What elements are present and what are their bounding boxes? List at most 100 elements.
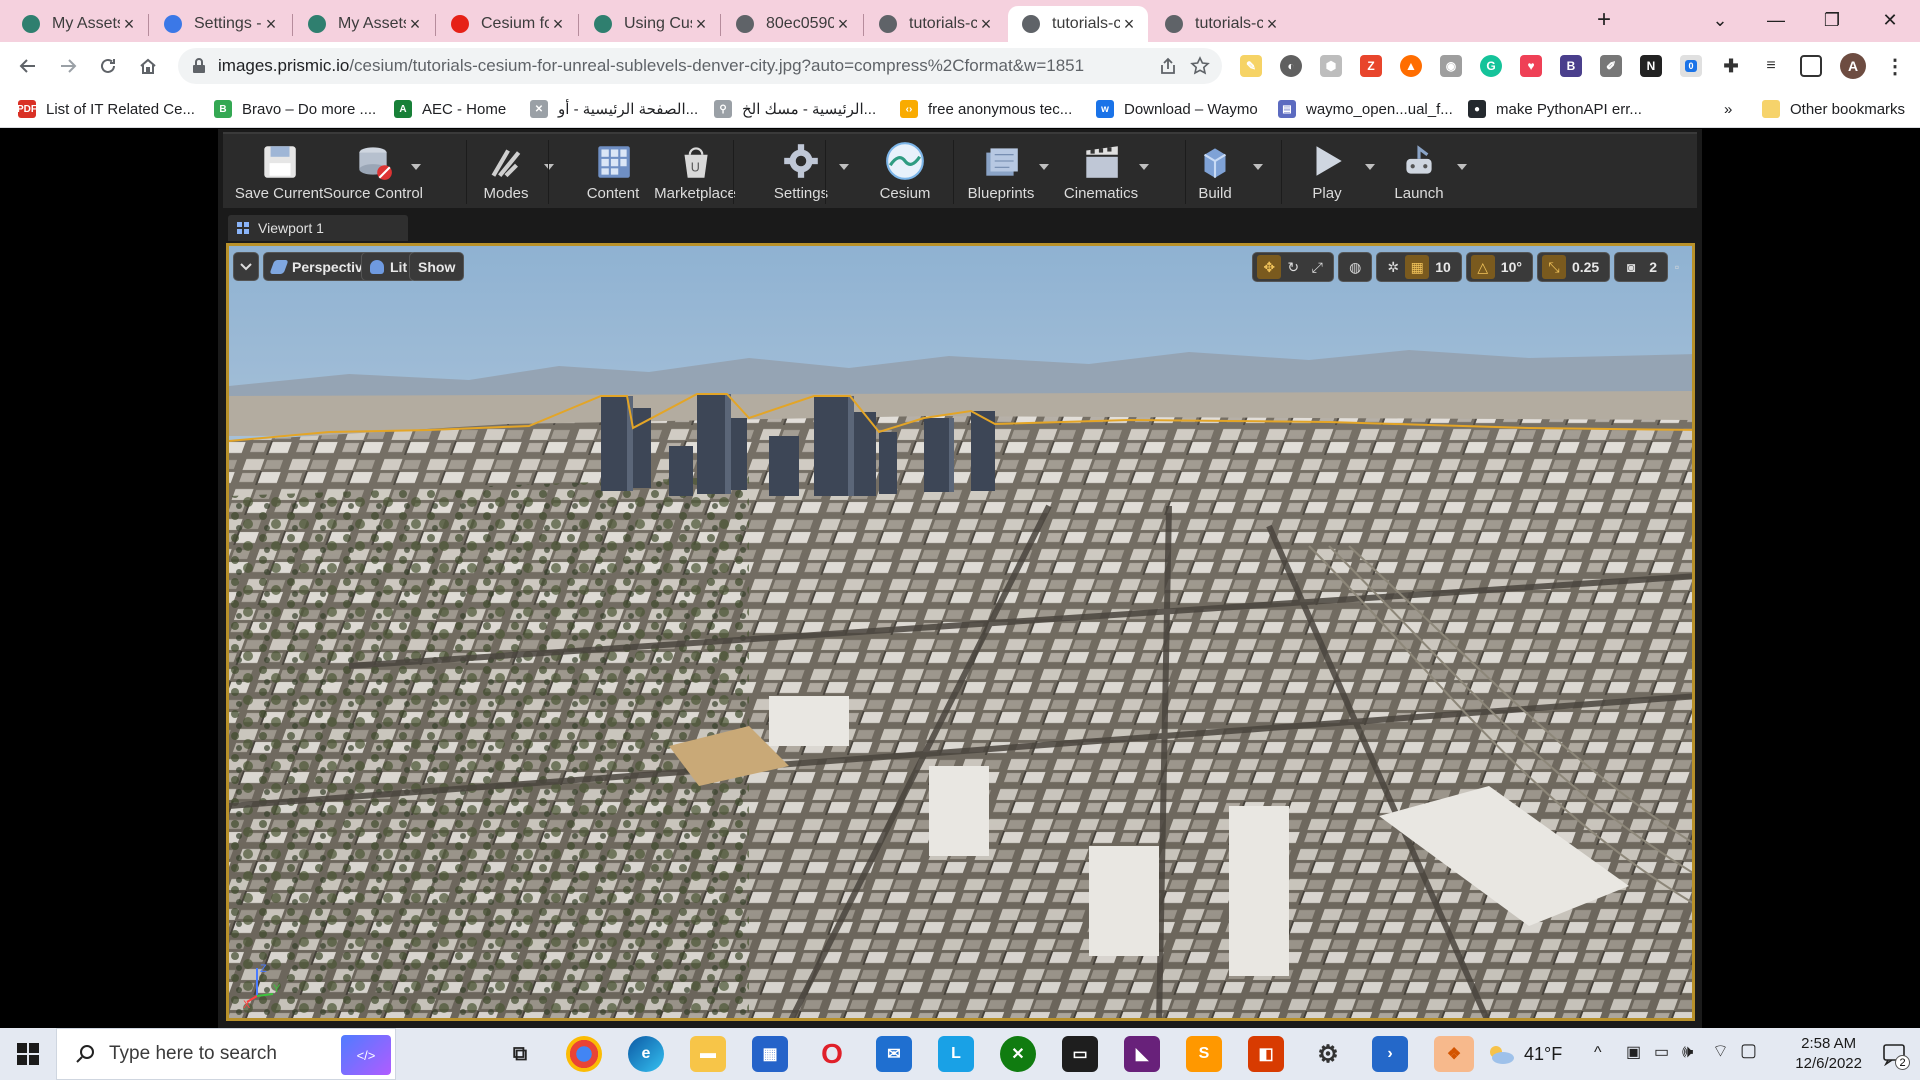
- office-icon[interactable]: ◧: [1248, 1036, 1284, 1072]
- bookmarks-overflow-button[interactable]: »: [1724, 98, 1732, 120]
- reload-button[interactable]: [92, 50, 124, 82]
- viewport-3d-scene[interactable]: Perspective Lit Show ✥ ↻ ⤢ ◍ ✲ ▦ 10 △ 10…: [226, 243, 1695, 1021]
- camera-speed-value[interactable]: 2: [1643, 259, 1663, 275]
- system-clock[interactable]: 2:58 AM 12/6/2022: [1795, 1034, 1862, 1074]
- toolbar-play-button[interactable]: Play: [1281, 140, 1375, 206]
- other-bookmarks-folder[interactable]: Other bookmarks: [1762, 98, 1905, 120]
- show-button[interactable]: Show: [409, 252, 465, 281]
- browser-tab[interactable]: My Assets | Ce×: [8, 6, 148, 42]
- home-button[interactable]: [132, 50, 164, 82]
- lit-button[interactable]: Lit: [361, 252, 417, 281]
- dropdown-caret-icon[interactable]: [1039, 164, 1049, 170]
- visual-studio-icon[interactable]: ◣: [1124, 1036, 1160, 1072]
- bookmark-star-icon[interactable]: [1190, 56, 1210, 76]
- extension-notion-icon[interactable]: N: [1640, 55, 1662, 77]
- media-queue-icon[interactable]: ≡: [1760, 55, 1782, 77]
- menu-kebab-icon[interactable]: ⋮: [1884, 55, 1906, 78]
- toolbar-settings-button[interactable]: Settings: [755, 140, 849, 206]
- unreal-taskbar-icon[interactable]: ❖: [1434, 1036, 1474, 1072]
- bookmark-item[interactable]: PDF List of IT Related Ce...: [17, 98, 195, 120]
- back-button[interactable]: [12, 50, 44, 82]
- extension-grammarly-icon[interactable]: G: [1480, 55, 1502, 77]
- extension-fire-icon[interactable]: ▲: [1400, 55, 1422, 77]
- close-tab-icon[interactable]: ×: [1263, 14, 1281, 35]
- close-tab-icon[interactable]: ×: [120, 14, 138, 35]
- surface-snap-icon[interactable]: ✲: [1381, 255, 1405, 279]
- l-app-icon[interactable]: L: [938, 1036, 974, 1072]
- bookmark-item[interactable]: B Bravo – Do more ....: [214, 98, 376, 120]
- opera-icon[interactable]: O: [814, 1036, 850, 1072]
- extension-camera-icon[interactable]: ◉: [1440, 55, 1462, 77]
- extension-b-icon[interactable]: B: [1560, 55, 1582, 77]
- bookmark-item[interactable]: ⚲ الرئيسية - مسك الخ...: [714, 98, 876, 120]
- extension-eyedropper-icon[interactable]: ✐: [1600, 55, 1622, 77]
- scale-snap-value[interactable]: 0.25: [1566, 259, 1605, 275]
- volume-icon[interactable]: 🕪: [1682, 1041, 1693, 1062]
- bookmark-item[interactable]: A AEC - Home: [394, 98, 506, 120]
- grid-snap-icon[interactable]: ▦: [1405, 255, 1430, 279]
- dropdown-caret-icon[interactable]: [1139, 164, 1149, 170]
- minimize-window-icon[interactable]: —: [1748, 0, 1804, 40]
- bookmark-item[interactable]: ✕ الصفحة الرئيسية - أو...: [530, 98, 698, 120]
- camera-icon[interactable]: ◙: [1619, 255, 1643, 279]
- extension-dark-icon[interactable]: ◐: [1280, 55, 1302, 77]
- bookmark-item[interactable]: ● make PythonAPI err...: [1468, 98, 1642, 120]
- meet-now-icon[interactable]: ▣: [1626, 1042, 1641, 1062]
- browser-tab[interactable]: 80ec0590-a13×: [722, 6, 862, 42]
- close-tab-icon[interactable]: ×: [834, 14, 852, 35]
- side-panel-icon[interactable]: [1800, 55, 1822, 77]
- xbox-icon[interactable]: ✕: [1000, 1036, 1036, 1072]
- terminal-icon[interactable]: ▭: [1062, 1036, 1098, 1072]
- grid-snap-value[interactable]: 10: [1429, 259, 1457, 275]
- extensions-puzzle-icon[interactable]: ✚: [1720, 55, 1742, 77]
- rotate-icon[interactable]: ↻: [1281, 255, 1305, 279]
- browser-tab[interactable]: Cesium for Un×: [437, 6, 577, 42]
- powershell-icon[interactable]: ›: [1372, 1036, 1408, 1072]
- restore-window-icon[interactable]: ❐: [1804, 0, 1860, 40]
- maximize-viewport-icon[interactable]: ▫: [1668, 255, 1686, 279]
- browser-tab[interactable]: Settings - Def×: [150, 6, 290, 42]
- close-tab-icon[interactable]: ×: [549, 14, 567, 35]
- browser-tab[interactable]: Using Custom×: [580, 6, 720, 42]
- sublime-text-icon[interactable]: S: [1186, 1036, 1222, 1072]
- browser-tab[interactable]: tutorials-cesiu×: [1008, 6, 1148, 42]
- dropdown-caret-icon[interactable]: [1253, 164, 1263, 170]
- close-window-icon[interactable]: ✕: [1862, 0, 1918, 40]
- close-tab-icon[interactable]: ×: [692, 14, 710, 35]
- wifi-icon[interactable]: ⌔: [1712, 1040, 1729, 1063]
- mail-icon[interactable]: ✉: [876, 1036, 912, 1072]
- toolbar-content-button[interactable]: Content: [567, 140, 659, 206]
- close-tab-icon[interactable]: ×: [406, 14, 424, 35]
- viewport-tab[interactable]: Viewport 1: [228, 215, 408, 241]
- scale-snap-icon[interactable]: ⤡: [1541, 255, 1566, 279]
- extension-hex-icon[interactable]: ⬢: [1320, 55, 1342, 77]
- extension-badge-icon[interactable]: 0: [1680, 55, 1702, 77]
- share-icon[interactable]: [1158, 57, 1178, 75]
- extension-mendeley-icon[interactable]: Z: [1360, 55, 1382, 77]
- edge-taskbar-icon[interactable]: e: [628, 1036, 664, 1072]
- chevron-up-icon[interactable]: ^: [1594, 1044, 1602, 1062]
- toolbar-cesium-button[interactable]: Cesium: [859, 140, 951, 206]
- dropdown-caret-icon[interactable]: [839, 164, 849, 170]
- bookmark-item[interactable]: ▤ waymo_open...ual_f...: [1278, 98, 1453, 120]
- forward-button[interactable]: [52, 50, 84, 82]
- toolbar-save-button[interactable]: Save Current: [233, 140, 325, 206]
- new-tab-button[interactable]: +: [1584, 0, 1624, 40]
- bookmark-item[interactable]: ‹› free anonymous tec...: [900, 98, 1072, 120]
- profile-avatar[interactable]: A: [1840, 53, 1866, 79]
- world-globe-icon[interactable]: ◍: [1343, 255, 1367, 279]
- toolbar-launch-button[interactable]: Launch: [1373, 140, 1467, 206]
- browser-tab[interactable]: tutorials-cesiu×: [865, 6, 1005, 42]
- task-view-icon[interactable]: ⧉: [502, 1036, 538, 1072]
- tab-search-icon[interactable]: ⌄: [1692, 0, 1748, 40]
- search-highlight-icon[interactable]: </>: [341, 1035, 391, 1075]
- weather-widget[interactable]: 41°F: [1484, 1042, 1562, 1066]
- notification-center-button[interactable]: 2: [1880, 1040, 1910, 1070]
- start-button[interactable]: [16, 1042, 40, 1071]
- bookmark-item[interactable]: w Download – Waymo: [1096, 98, 1258, 120]
- chrome-taskbar-icon[interactable]: [566, 1036, 602, 1072]
- close-tab-icon[interactable]: ×: [977, 14, 995, 35]
- toolbar-modes-button[interactable]: Modes: [460, 140, 554, 206]
- microsoft-store-icon[interactable]: ▦: [752, 1036, 788, 1072]
- display-icon[interactable]: ▢: [1740, 1040, 1757, 1061]
